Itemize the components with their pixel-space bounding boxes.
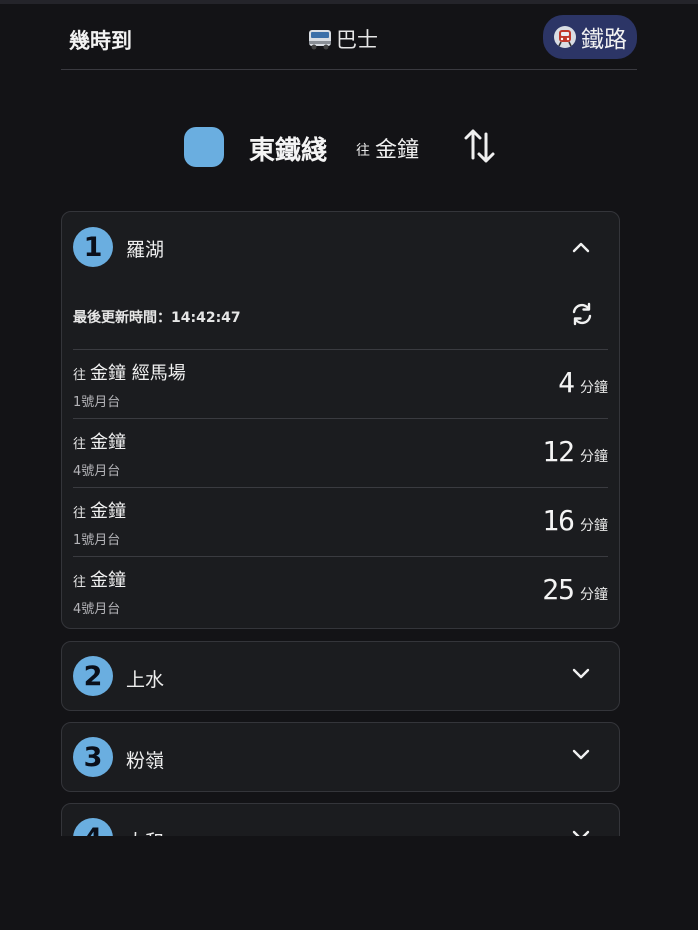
eta-destination: 往金鐘	[73, 497, 126, 523]
eta-destination-text: 金鐘	[90, 432, 127, 453]
eta-prefix: 往	[73, 437, 87, 452]
eta-time: 16 分鐘	[542, 504, 608, 537]
swap-direction-button[interactable]	[461, 124, 499, 168]
eta-destination-text: 金鐘 經馬場	[90, 363, 186, 384]
line-name[interactable]: 東鐵綫	[249, 130, 327, 167]
eta-minutes: 25	[542, 573, 575, 606]
bus-tab-label: 巴士	[336, 28, 378, 52]
app-title: 幾時到	[69, 29, 132, 53]
eta-minutes: 12	[542, 435, 575, 468]
metro-train-icon	[554, 26, 576, 48]
direction-destination: 金鐘	[375, 138, 420, 163]
eta-platform: 4號月台	[73, 602, 121, 617]
eta-destination-text: 金鐘	[90, 501, 127, 522]
chevron-down-icon[interactable]	[569, 742, 593, 766]
station-card: 1 羅湖 最後更新時間：14:42:47 往金鐘 經馬場 1號月台 4 分鐘 往金…	[61, 211, 620, 629]
direction-prefix: 往	[356, 143, 370, 159]
eta-platform: 4號月台	[73, 464, 121, 479]
bus-tab[interactable]: 巴士	[307, 24, 378, 54]
eta-minutes: 4	[558, 366, 575, 399]
station-number-badge: 1	[73, 227, 113, 267]
eta-row: 往金鐘 4號月台 12 分鐘	[73, 418, 608, 487]
eta-time: 4 分鐘	[558, 366, 608, 399]
station-name[interactable]: 羅湖	[126, 235, 164, 262]
eta-row: 往金鐘 4號月台 25 分鐘	[73, 556, 608, 625]
route-header: 東鐵綫 往 金鐘	[0, 120, 698, 176]
eta-destination: 往金鐘	[73, 566, 126, 592]
eta-unit: 分鐘	[580, 449, 608, 465]
chevron-down-icon[interactable]	[569, 661, 593, 685]
eta-unit: 分鐘	[580, 518, 608, 534]
eta-minutes: 16	[542, 504, 575, 537]
eta-row: 往金鐘 1號月台 16 分鐘	[73, 487, 608, 556]
chevron-up-icon[interactable]	[569, 236, 593, 260]
station-card[interactable]: 2 上水	[61, 641, 620, 711]
eta-prefix: 往	[73, 368, 87, 383]
last-updated-time: 最後更新時間：14:42:47	[73, 310, 241, 326]
line-color-dot	[184, 127, 224, 167]
eta-destination-text: 金鐘	[90, 570, 127, 591]
rail-tab-label: 鐵路	[581, 27, 627, 53]
rail-tab[interactable]: 鐵路	[543, 15, 637, 59]
eta-destination: 往金鐘 經馬場	[73, 359, 186, 385]
eta-destination: 往金鐘	[73, 428, 126, 454]
station-number-badge: 3	[73, 737, 113, 777]
eta-time: 25 分鐘	[542, 573, 608, 606]
eta-platform: 1號月台	[73, 395, 121, 410]
refresh-icon[interactable]	[568, 300, 596, 328]
app-header: 幾時到 巴士 鐵路	[61, 4, 637, 70]
eta-unit: 分鐘	[580, 587, 608, 603]
station-number-badge: 2	[73, 656, 113, 696]
eta-prefix: 往	[73, 506, 87, 521]
eta-unit: 分鐘	[580, 380, 608, 396]
eta-list: 往金鐘 經馬場 1號月台 4 分鐘 往金鐘 4號月台 12 分鐘 往金鐘 1號月台 …	[73, 349, 608, 625]
eta-platform: 1號月台	[73, 533, 121, 548]
station-card[interactable]: 3 粉嶺	[61, 722, 620, 792]
bus-icon	[309, 30, 331, 50]
station-name: 上水	[126, 669, 165, 691]
bottom-area	[0, 836, 698, 930]
station-name: 粉嶺	[126, 750, 165, 772]
eta-prefix: 往	[73, 575, 87, 590]
eta-row: 往金鐘 經馬場 1號月台 4 分鐘	[73, 349, 608, 418]
swap-vertical-icon	[464, 129, 495, 163]
eta-time: 12 分鐘	[542, 435, 608, 468]
